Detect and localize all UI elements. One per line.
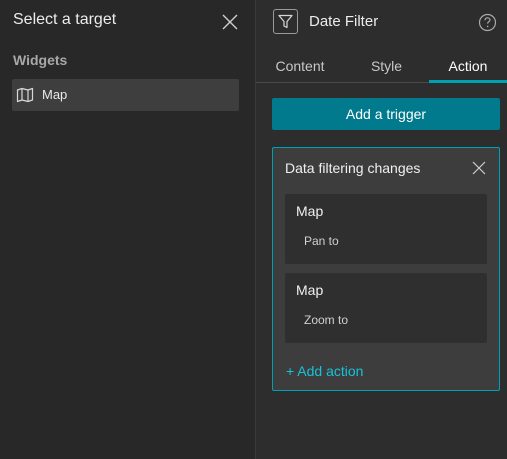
widget-settings-panel: Date Filter Content Style Action Add a t…	[256, 0, 507, 459]
tab-content[interactable]: Content	[256, 56, 344, 83]
action-target: Map	[296, 203, 324, 219]
tab-style[interactable]: Style	[344, 56, 429, 83]
close-icon[interactable]	[220, 12, 240, 32]
widget-item-label: Map	[42, 87, 68, 102]
select-target-panel: Select a target Widgets Map	[0, 0, 255, 459]
close-icon[interactable]	[471, 160, 487, 176]
trigger-title: Data filtering changes	[285, 160, 421, 176]
add-action-link[interactable]: + Add action	[286, 363, 363, 379]
select-target-title: Select a target	[13, 11, 117, 28]
widgets-section-label: Widgets	[13, 52, 68, 68]
action-item[interactable]: Map Zoom to	[285, 273, 487, 343]
action-target: Map	[296, 282, 324, 298]
action-name: Zoom to	[304, 313, 349, 327]
map-icon	[16, 87, 34, 103]
action-name: Pan to	[304, 234, 339, 248]
settings-tabs: Content Style Action	[256, 56, 507, 83]
action-item[interactable]: Map Pan to	[285, 194, 487, 264]
widget-settings-header: Date Filter	[256, 0, 507, 44]
filter-icon	[273, 9, 298, 34]
widget-title: Date Filter	[309, 13, 379, 30]
widget-item-map[interactable]: Map	[12, 79, 239, 111]
active-tab-indicator	[429, 80, 507, 83]
select-target-header: Select a target	[0, 0, 255, 44]
trigger-card: Data filtering changes Map Pan to Map Zo…	[272, 147, 500, 391]
app-window: Select a target Widgets Map Date Filter …	[0, 0, 507, 459]
help-icon[interactable]	[478, 13, 497, 32]
add-trigger-button[interactable]: Add a trigger	[272, 98, 500, 130]
tab-action[interactable]: Action	[429, 56, 507, 83]
